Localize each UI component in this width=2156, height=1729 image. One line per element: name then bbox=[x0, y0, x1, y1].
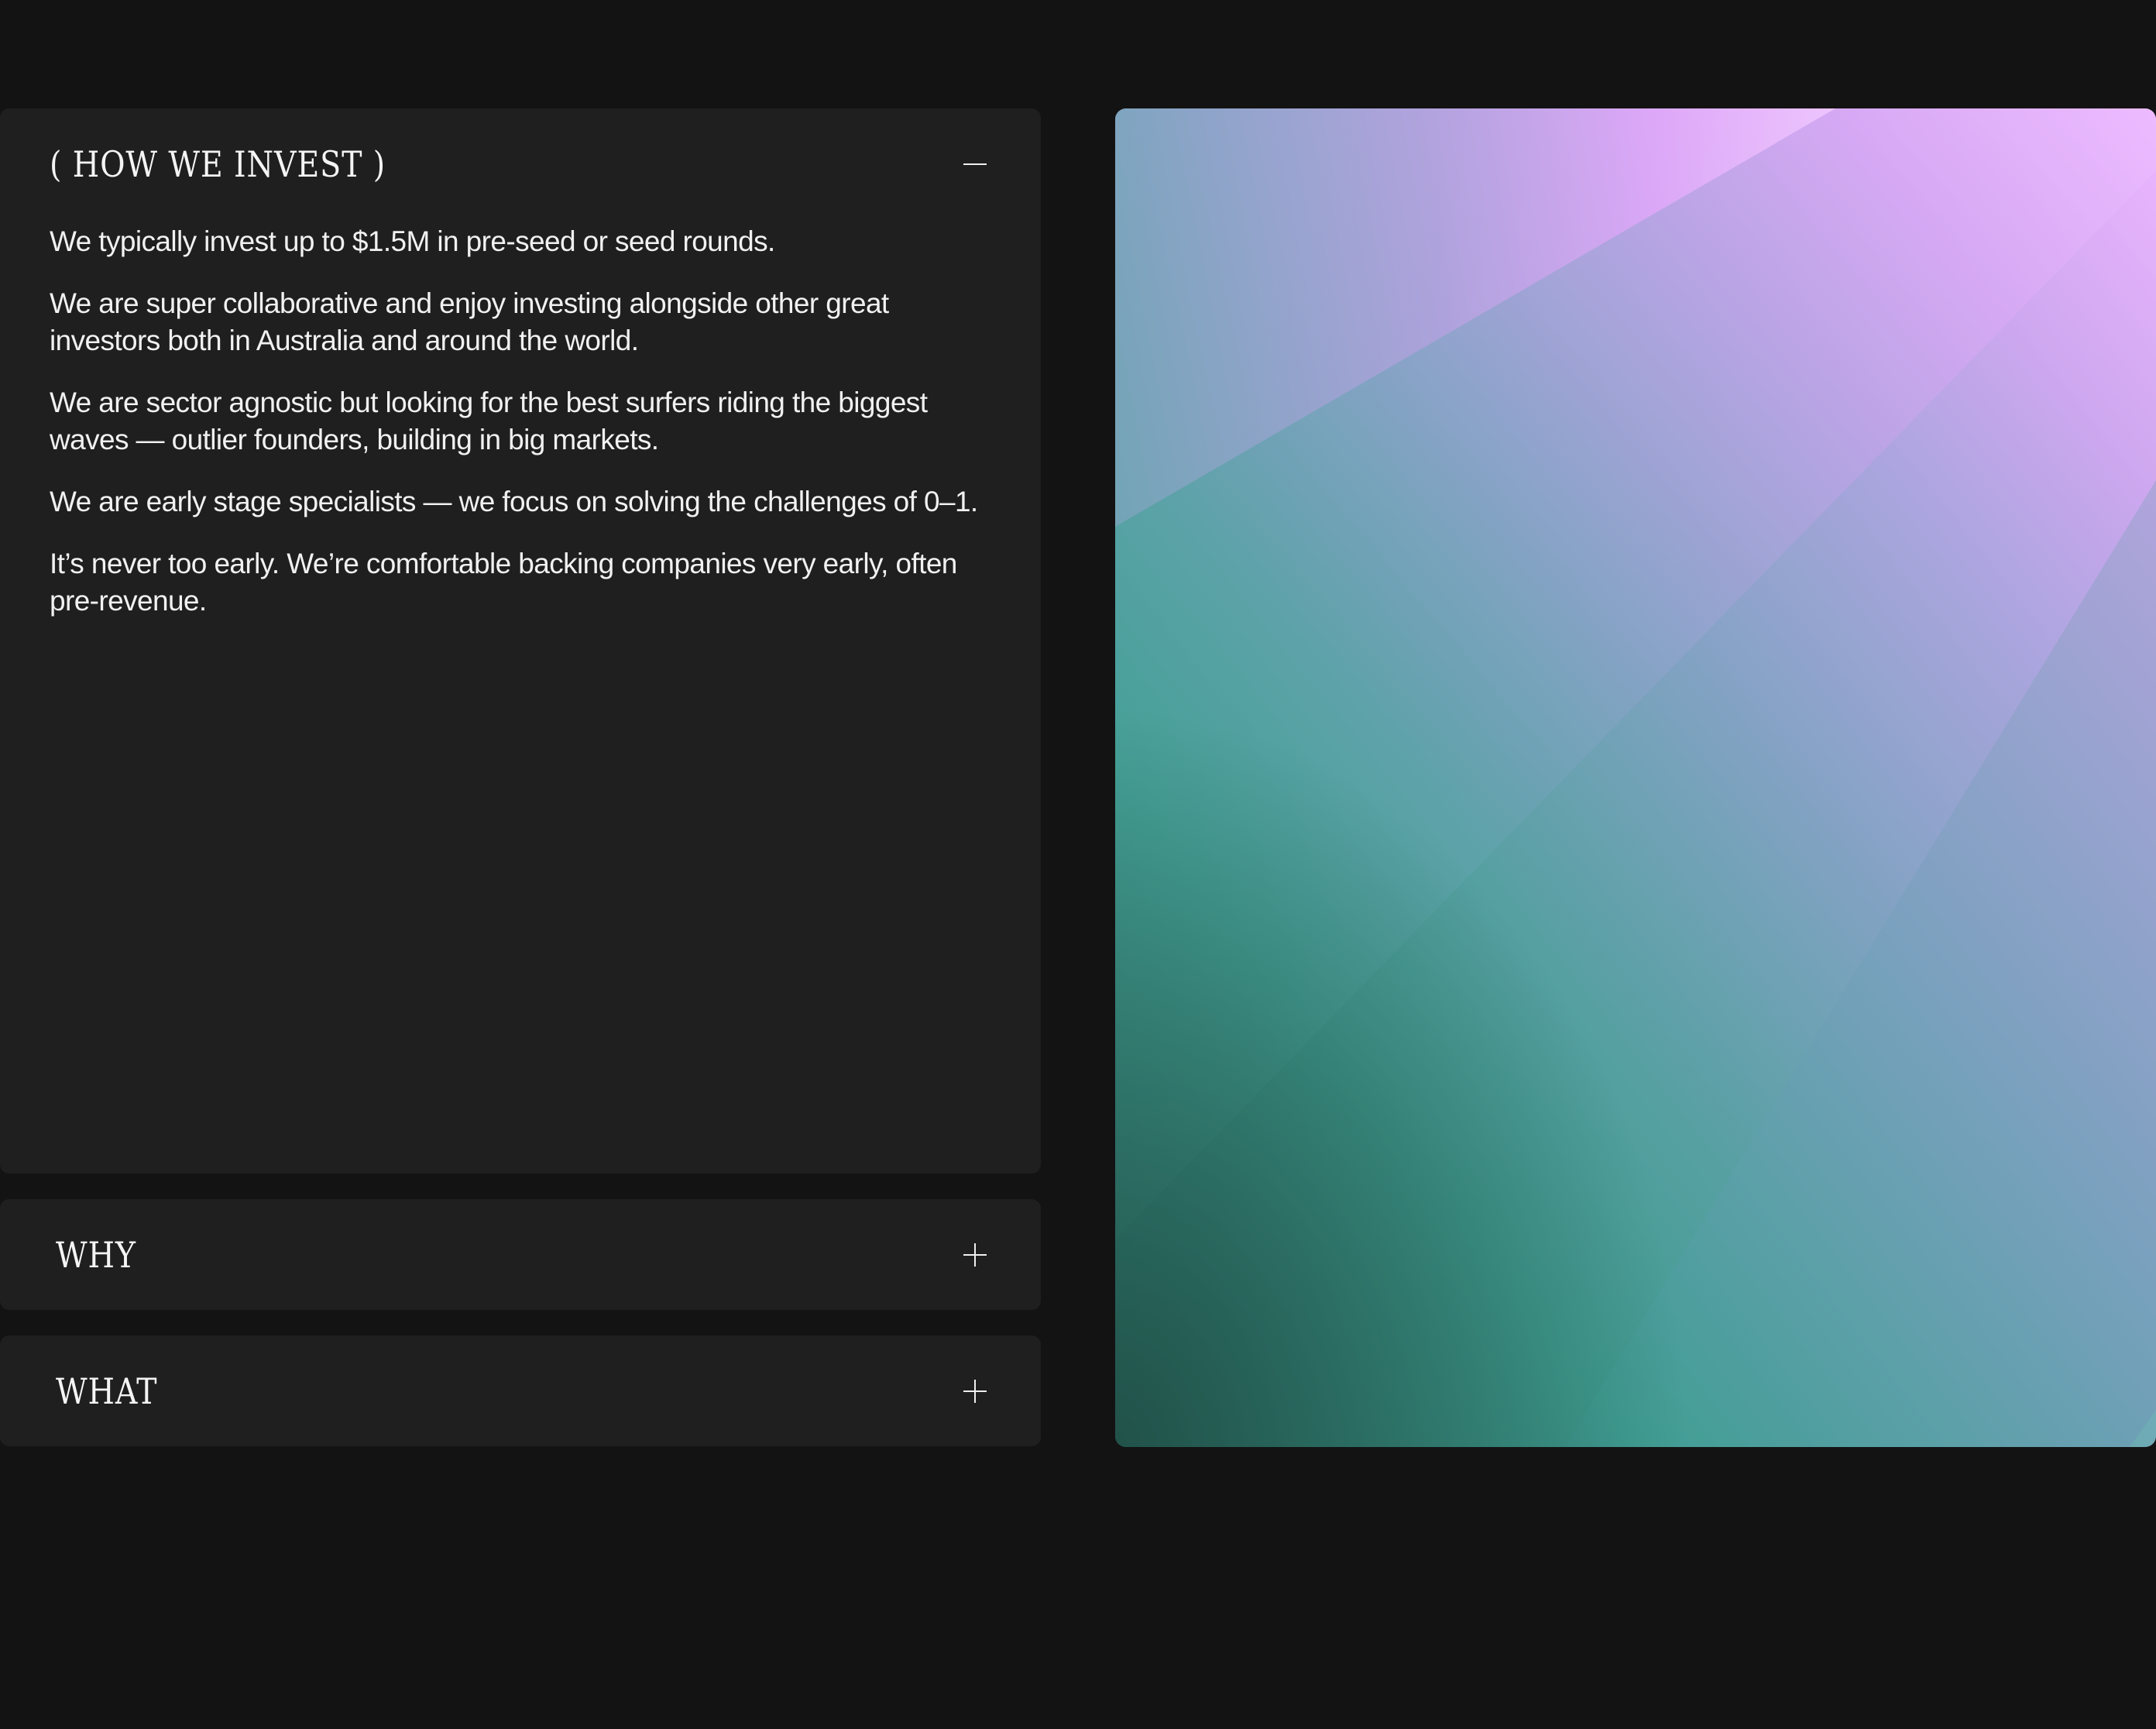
paragraph-investment-size: We typically invest up to $1.5M in pre-s… bbox=[50, 225, 775, 257]
section-content: We typically invest up to $1.5M in pre-s… bbox=[50, 223, 991, 620]
paragraph-early-stage: We are early stage specialists — we focu… bbox=[50, 486, 978, 517]
abstract-gradient-image bbox=[1115, 108, 2156, 1447]
paragraph-collaborative: We are super collaborative and enjoy inv… bbox=[50, 287, 889, 356]
accordion-section-how-we-invest: ( HOW WE INVEST ) We typically invest up… bbox=[0, 108, 1041, 1174]
paragraph-sector-agnostic: We are sector agnostic but looking for t… bbox=[50, 387, 928, 455]
section-title: ( HOW WE INVEST ) bbox=[50, 143, 386, 185]
minus-icon[interactable] bbox=[963, 153, 987, 176]
accordion-section-what[interactable]: WHAT bbox=[0, 1335, 1041, 1446]
section-title: WHAT bbox=[56, 1370, 158, 1412]
plus-icon[interactable] bbox=[963, 1379, 987, 1403]
plus-icon[interactable] bbox=[963, 1243, 987, 1267]
section-title: WHY bbox=[56, 1233, 136, 1276]
accordion-header-how-we-invest[interactable]: ( HOW WE INVEST ) bbox=[50, 139, 991, 189]
accordion-section-why[interactable]: WHY bbox=[0, 1199, 1041, 1310]
paragraph-never-too-early: It’s never too early. We’re comfortable … bbox=[50, 548, 957, 617]
accordion: ( HOW WE INVEST ) We typically invest up… bbox=[0, 108, 1041, 1446]
